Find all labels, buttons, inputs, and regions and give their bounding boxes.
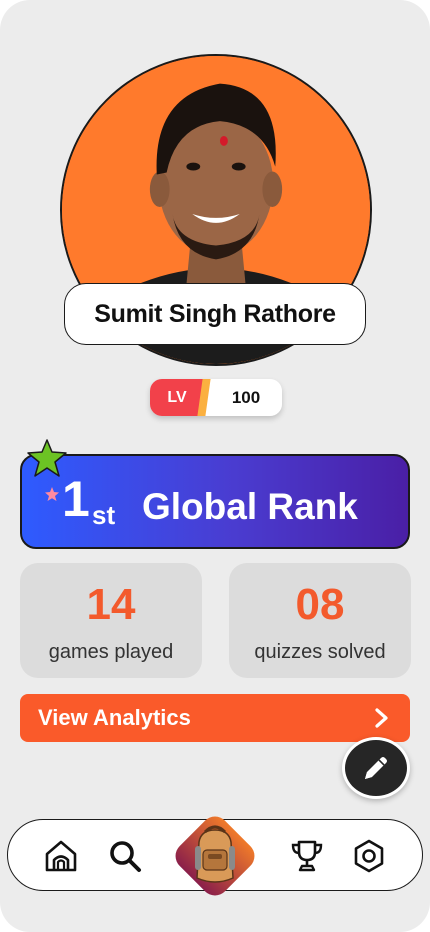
quizzes-solved-label: quizzes solved xyxy=(254,641,386,663)
rank-title: Global Rank xyxy=(142,486,358,527)
games-played-card: 14 games played xyxy=(20,563,202,678)
trophy-icon[interactable] xyxy=(289,838,325,874)
profile-name: Sumit Singh Rathore xyxy=(64,283,366,345)
view-analytics-label: View Analytics xyxy=(38,705,191,730)
rank-position: 1 xyxy=(62,471,90,527)
quizzes-solved-value: 08 xyxy=(295,580,345,629)
settings-icon[interactable] xyxy=(351,838,387,874)
search-icon[interactable] xyxy=(107,838,143,874)
games-played-label: games played xyxy=(48,641,174,663)
pencil-icon xyxy=(365,757,387,779)
profile-screen: Sumit Singh Rathore LV 100 1 st Global R… xyxy=(0,0,430,932)
star-icon xyxy=(27,439,67,477)
level-label: LV xyxy=(150,379,204,416)
quizzes-solved-card: 08 quizzes solved xyxy=(229,563,411,678)
backpack-icon[interactable] xyxy=(165,806,265,906)
level-badge: LV 100 xyxy=(150,379,282,416)
level-value: 100 xyxy=(204,379,282,416)
home-icon[interactable] xyxy=(43,838,79,874)
small-star-icon xyxy=(45,487,59,501)
global-rank-banner[interactable]: 1 st Global Rank xyxy=(20,454,410,549)
chevron-right-icon xyxy=(375,708,388,728)
rank-suffix: st xyxy=(92,500,116,530)
games-played-value: 14 xyxy=(86,580,136,629)
edit-button[interactable] xyxy=(342,737,410,799)
view-analytics-button[interactable]: View Analytics xyxy=(20,694,410,742)
